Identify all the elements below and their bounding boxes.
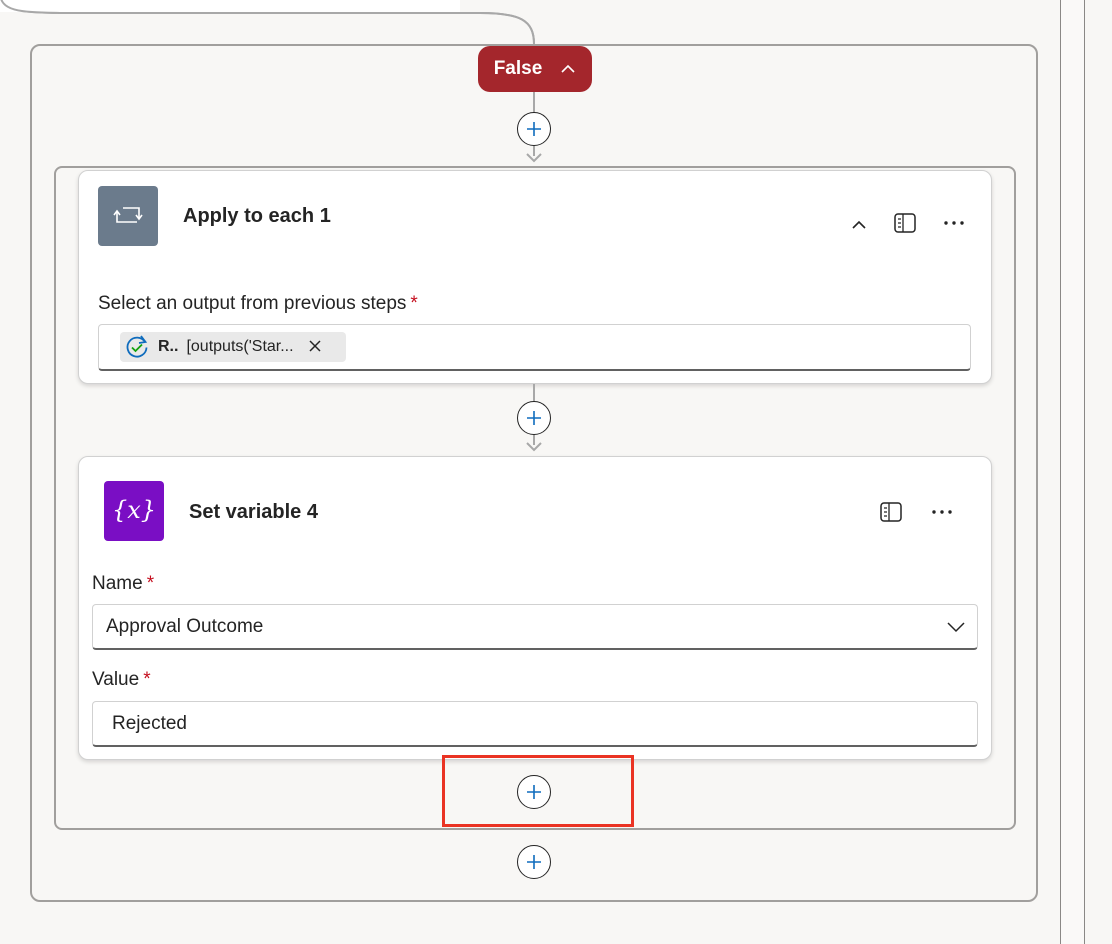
output-token[interactable]: R.. [outputs('Star... xyxy=(120,332,346,362)
value-label: Value * xyxy=(92,669,151,690)
chevron-up-icon[interactable] xyxy=(848,214,870,236)
close-icon[interactable] xyxy=(308,337,322,358)
name-label: Name * xyxy=(92,573,155,594)
add-icon xyxy=(527,855,541,869)
side-panel-icon[interactable] xyxy=(878,499,904,525)
name-dropdown-value: Approval Outcome xyxy=(106,615,264,637)
svg-text:{x}: {x} xyxy=(112,496,156,524)
false-branch-label: False xyxy=(493,58,543,79)
chevron-down-icon[interactable] xyxy=(944,618,968,636)
arrow-down-icon xyxy=(526,153,542,163)
add-icon xyxy=(527,122,541,136)
add-icon xyxy=(527,411,541,425)
select-output-label: Select an output from previous steps * xyxy=(98,293,418,314)
arrow-down-icon xyxy=(526,442,542,452)
token-expression: [outputs('Star... xyxy=(186,338,294,355)
token-short-label: R.. xyxy=(158,338,179,355)
more-horizontal-icon[interactable] xyxy=(940,210,968,236)
add-step-button[interactable] xyxy=(517,401,551,435)
false-branch-header[interactable]: False xyxy=(478,46,592,92)
more-horizontal-icon[interactable] xyxy=(928,499,956,525)
value-input[interactable]: Rejected xyxy=(92,701,978,747)
side-panel-icon[interactable] xyxy=(892,210,918,236)
right-panel-border-inner xyxy=(1084,0,1085,944)
apply-to-each-title: Apply to each 1 xyxy=(183,205,331,227)
loop-icon xyxy=(98,186,158,246)
set-variable-title: Set variable 4 xyxy=(189,501,318,523)
name-dropdown[interactable]: Approval Outcome xyxy=(92,604,978,650)
right-panel-edge xyxy=(1061,0,1084,944)
approval-icon xyxy=(126,335,148,358)
incoming-connector xyxy=(0,0,535,45)
variable-icon: {x} xyxy=(104,481,164,541)
chevron-up-icon[interactable] xyxy=(560,59,576,79)
add-step-button[interactable] xyxy=(517,112,551,146)
add-step-after-loop-button[interactable] xyxy=(517,845,551,879)
highlight-box xyxy=(442,755,634,827)
value-input-text: Rejected xyxy=(112,712,187,734)
